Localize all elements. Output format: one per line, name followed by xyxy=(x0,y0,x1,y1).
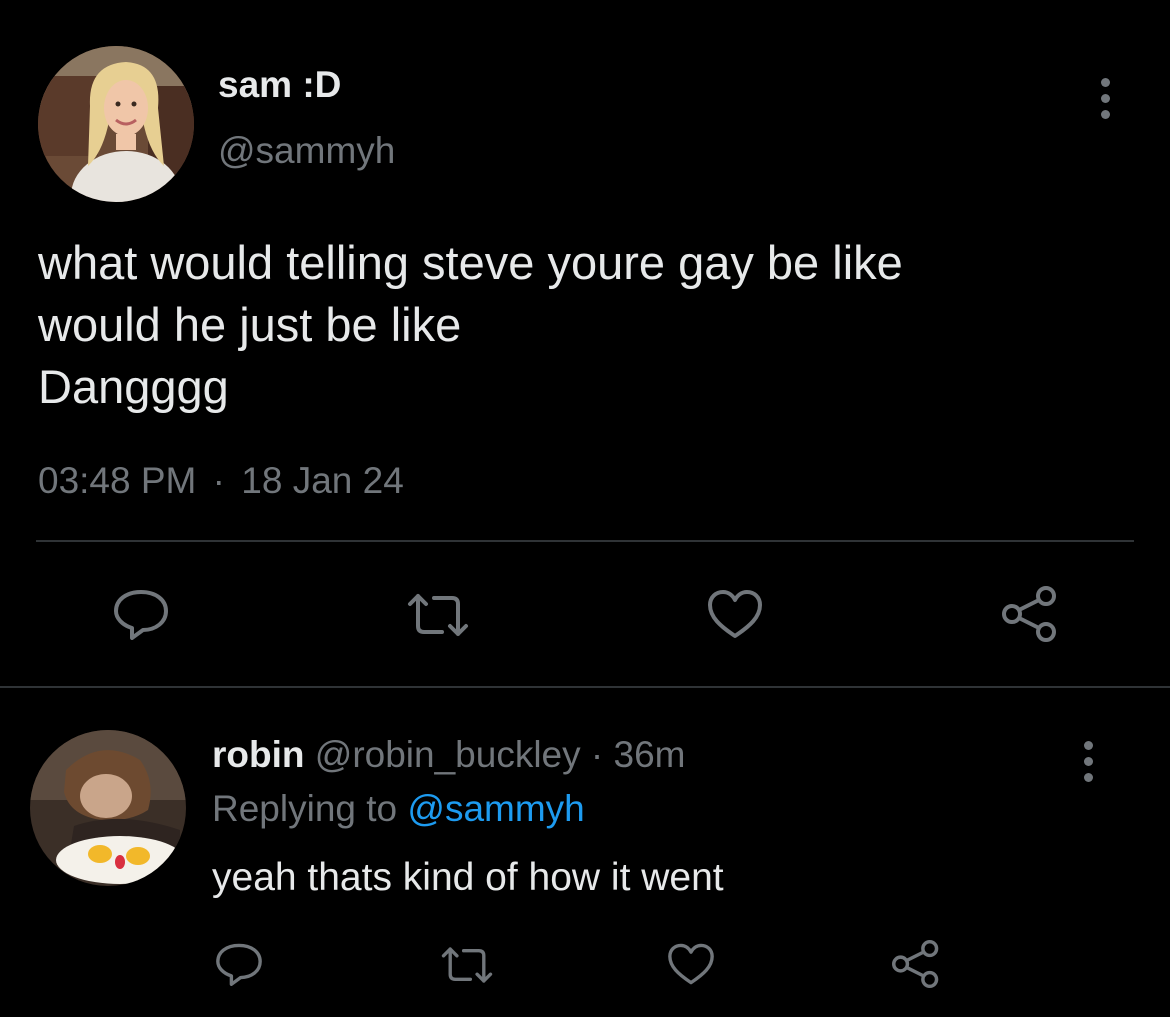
tweet-text-line: would he just be like xyxy=(38,298,462,351)
reply-text: yeah thats kind of how it went xyxy=(212,856,724,899)
reply-more-icon[interactable] xyxy=(1084,741,1093,782)
like-icon xyxy=(668,943,714,985)
avatar-image xyxy=(38,46,194,202)
reply-reply-button[interactable] xyxy=(214,942,264,986)
avatar[interactable] xyxy=(38,46,194,202)
reply-icon xyxy=(216,943,262,986)
separator: · xyxy=(212,460,225,501)
retweet-icon xyxy=(441,947,493,983)
reply-avatar[interactable] xyxy=(30,730,186,886)
separator: · xyxy=(590,734,604,775)
retweet-button[interactable] xyxy=(404,590,472,640)
reply-age[interactable]: 36m xyxy=(614,734,686,775)
handle[interactable]: @sammyh xyxy=(218,130,395,172)
timestamp: 03:48 PM · 18 Jan 24 xyxy=(38,460,404,502)
replying-to: Replying to @sammyh xyxy=(212,788,585,830)
like-button[interactable] xyxy=(706,588,764,640)
replying-handle-link[interactable]: @sammyh xyxy=(407,788,584,829)
share-icon xyxy=(1002,586,1056,642)
reply-icon xyxy=(114,590,168,640)
replying-prefix: Replying to xyxy=(212,788,398,829)
reply-button[interactable] xyxy=(112,588,170,640)
tweet-date[interactable]: 18 Jan 24 xyxy=(241,460,404,501)
tweet-text-line: Dangggg xyxy=(38,360,229,413)
tweet-text: what would telling steve youre gay be li… xyxy=(38,232,903,418)
reply-share-button[interactable] xyxy=(890,940,942,988)
display-name[interactable]: sam :D xyxy=(218,64,341,106)
reply-like-button[interactable] xyxy=(666,942,716,986)
reply-header: robin @robin_buckley · 36m xyxy=(212,734,686,776)
divider xyxy=(36,540,1134,542)
share-icon xyxy=(892,940,939,988)
tweet-time[interactable]: 03:48 PM xyxy=(38,460,196,501)
like-icon xyxy=(708,590,762,638)
more-icon[interactable] xyxy=(1101,78,1110,119)
section-divider xyxy=(0,686,1170,688)
reply-avatar-image xyxy=(30,730,186,886)
reply-handle[interactable]: @robin_buckley xyxy=(315,734,581,775)
retweet-icon xyxy=(408,594,468,636)
reply-display-name[interactable]: robin xyxy=(212,734,304,775)
tweet-text-line: what would telling steve youre gay be li… xyxy=(38,236,903,289)
share-button[interactable] xyxy=(1000,586,1060,642)
reply-retweet-button[interactable] xyxy=(438,944,496,986)
